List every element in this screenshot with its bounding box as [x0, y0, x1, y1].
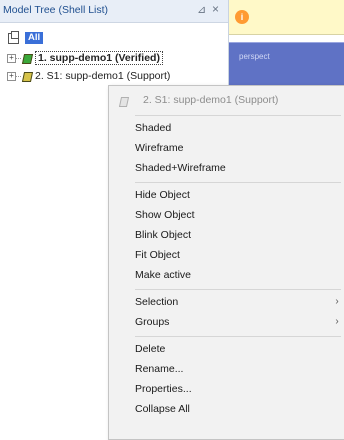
menu-separator: [135, 115, 341, 116]
menu-item-delete[interactable]: Delete: [135, 340, 341, 358]
menu-item-properties[interactable]: Properties...: [135, 380, 341, 398]
menu-item-label: Delete: [135, 343, 166, 355]
context-menu: 2. S1: supp-demo1 (Support) Shaded Wiref…: [108, 85, 344, 440]
menu-item-label: Blink Object: [135, 229, 192, 241]
menu-item-show-object[interactable]: Show Object: [135, 206, 341, 224]
close-icon[interactable]: ×: [212, 2, 219, 16]
menu-item-make-active[interactable]: Make active: [135, 266, 341, 284]
tree-connector: [16, 58, 21, 59]
menu-item-label: Shaded+Wireframe: [135, 162, 226, 174]
panel-header: Model Tree (Shell List) ⊿ ×: [0, 0, 228, 23]
menu-item-selection[interactable]: Selection ›: [135, 293, 341, 311]
tree-item-label[interactable]: 2. S1: supp-demo1 (Support): [35, 70, 170, 82]
info-icon: i: [235, 10, 249, 24]
submenu-arrow-icon: ›: [335, 296, 339, 307]
viewport-label: perspect: [239, 52, 270, 61]
menu-separator: [135, 182, 341, 183]
menu-item-label: Show Object: [135, 209, 195, 221]
tree-item-label[interactable]: 1. supp-demo1 (Verified): [35, 51, 163, 65]
shell-icon: [22, 70, 31, 81]
menu-item-blink-object[interactable]: Blink Object: [135, 226, 341, 244]
menu-item-label: Collapse All: [135, 403, 190, 415]
menu-item-label: Fit Object: [135, 249, 180, 261]
info-bar: i: [229, 0, 344, 35]
menu-item-shaded[interactable]: Shaded: [135, 119, 341, 137]
expand-icon[interactable]: +: [7, 72, 16, 81]
menu-separator: [135, 336, 341, 337]
tree-root-label[interactable]: All: [25, 32, 44, 44]
panel-title: Model Tree (Shell List): [3, 4, 109, 16]
menu-item-hide-object[interactable]: Hide Object: [135, 186, 341, 204]
menu-item-collapse-all[interactable]: Collapse All: [135, 400, 341, 418]
menu-item-shaded-wireframe[interactable]: Shaded+Wireframe: [135, 159, 341, 177]
shell-icon: [119, 96, 127, 106]
menu-item-label: Wireframe: [135, 142, 184, 154]
expand-icon[interactable]: +: [7, 54, 16, 63]
pin-icon[interactable]: ⊿: [197, 3, 206, 16]
menu-item-label: Properties...: [135, 383, 192, 395]
context-menu-header-label: 2. S1: supp-demo1 (Support): [143, 94, 279, 106]
menu-separator: [135, 289, 341, 290]
menu-item-wireframe[interactable]: Wireframe: [135, 139, 341, 157]
menu-item-label: Selection: [135, 296, 179, 308]
menu-item-rename[interactable]: Rename...: [135, 360, 341, 378]
menu-item-label: Make active: [135, 269, 192, 281]
menu-item-label: Groups: [135, 316, 170, 328]
shell-icon: [22, 52, 31, 63]
tree-connector: [16, 76, 21, 77]
root-folder-icon: [8, 31, 19, 44]
menu-item-label: Shaded: [135, 122, 172, 134]
menu-item-fit-object[interactable]: Fit Object: [135, 246, 341, 264]
menu-item-label: Hide Object: [135, 189, 190, 201]
submenu-arrow-icon: ›: [335, 316, 339, 327]
menu-item-label: Rename...: [135, 363, 184, 375]
menu-item-groups[interactable]: Groups ›: [135, 313, 341, 331]
